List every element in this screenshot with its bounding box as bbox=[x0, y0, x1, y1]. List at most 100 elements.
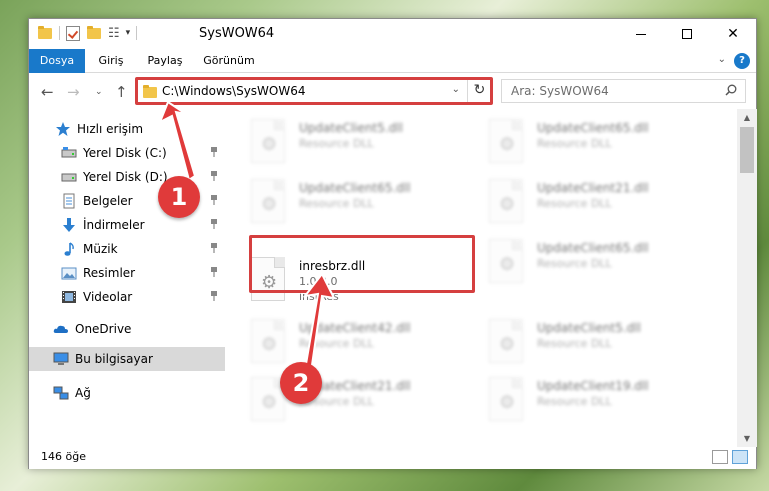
file-name: UpdateClient21.dll bbox=[537, 181, 649, 195]
file-description: Resource DLL bbox=[299, 197, 374, 210]
gear-icon: ⚙ bbox=[261, 194, 278, 215]
sidebar-item-downloads[interactable]: İndirmeler bbox=[29, 213, 225, 237]
scroll-down-icon[interactable]: ▼ bbox=[737, 430, 757, 447]
tab-home[interactable]: Giriş bbox=[91, 49, 131, 73]
drive-icon bbox=[61, 145, 77, 161]
tab-share[interactable]: Paylaş bbox=[141, 49, 189, 73]
gear-icon: ⚙ bbox=[499, 334, 516, 355]
up-arrow-icon[interactable]: ↑ bbox=[115, 83, 128, 101]
file-description: Resource DLL bbox=[537, 257, 612, 270]
navigation-pane: Hızlı erişim Yerel Disk (C:) Yerel Disk … bbox=[29, 109, 225, 447]
dll-file-icon: ⚙ bbox=[489, 239, 523, 283]
gear-icon: ⚙ bbox=[499, 254, 516, 275]
toolbar-divider bbox=[136, 26, 138, 40]
quick-access-toolbar: ☷ ▾ bbox=[37, 25, 138, 41]
title-bar: ☷ ▾ SysWOW64 ✕ bbox=[29, 19, 756, 49]
recent-locations-icon[interactable]: ⌄ bbox=[95, 87, 103, 97]
sidebar-item-label: OneDrive bbox=[75, 322, 132, 336]
maximize-icon bbox=[682, 29, 692, 39]
search-placeholder: Ara: SysWOW64 bbox=[511, 84, 609, 98]
sidebar-item-onedrive[interactable]: OneDrive bbox=[29, 317, 225, 341]
window-title: SysWOW64 bbox=[199, 26, 275, 41]
file-tile[interactable]: ⚙ UpdateClient42.dll Resource DLL bbox=[245, 315, 475, 369]
star-icon bbox=[55, 121, 71, 137]
status-bar: 146 öğe bbox=[29, 447, 756, 469]
tiles-view-icon[interactable] bbox=[732, 450, 748, 464]
search-input[interactable]: Ara: SysWOW64 bbox=[501, 79, 746, 103]
file-highlight-box bbox=[249, 235, 475, 293]
sidebar-item-label: Yerel Disk (D:) bbox=[83, 170, 168, 184]
new-folder-icon[interactable] bbox=[86, 25, 102, 41]
video-icon bbox=[61, 289, 77, 305]
network-icon bbox=[53, 385, 69, 401]
callout-badge-2: 2 bbox=[280, 362, 322, 404]
help-icon[interactable]: ? bbox=[734, 53, 750, 69]
sidebar-item-label: Belgeler bbox=[83, 194, 133, 208]
item-count: 146 öğe bbox=[41, 450, 86, 463]
properties-check-icon[interactable] bbox=[66, 25, 80, 41]
toolbar-divider bbox=[59, 26, 60, 40]
scroll-up-icon[interactable]: ▲ bbox=[737, 109, 757, 126]
pin-icon bbox=[211, 147, 217, 157]
file-tile[interactable]: ⚙ UpdateClient65.dll Resource DLL bbox=[483, 115, 713, 169]
folder-icon bbox=[37, 25, 53, 41]
dll-file-icon: ⚙ bbox=[489, 377, 523, 421]
customize-icon[interactable]: ☷ bbox=[108, 26, 120, 41]
search-icon bbox=[725, 84, 737, 96]
vertical-scrollbar[interactable]: ▲ ▼ bbox=[737, 109, 757, 447]
scroll-thumb[interactable] bbox=[740, 127, 754, 173]
file-description: Resource DLL bbox=[537, 395, 612, 408]
maximize-button[interactable] bbox=[664, 19, 710, 49]
file-name: UpdateClient5.dll bbox=[537, 321, 641, 335]
details-view-icon[interactable] bbox=[712, 450, 728, 464]
file-tile[interactable]: ⚙ UpdateClient65.dll Resource DLL bbox=[245, 175, 475, 229]
file-name: UpdateClient65.dll bbox=[537, 241, 649, 255]
file-description: Resource DLL bbox=[537, 337, 612, 350]
file-tile[interactable]: ⚙ UpdateClient5.dll Resource DLL bbox=[245, 115, 475, 169]
file-tile[interactable]: ⚙ UpdateClient19.dll Resource DLL bbox=[483, 373, 713, 427]
file-name: UpdateClient65.dll bbox=[299, 181, 411, 195]
gear-icon: ⚙ bbox=[261, 334, 278, 355]
sidebar-item-videos[interactable]: Videolar bbox=[29, 285, 225, 309]
pin-icon bbox=[211, 171, 217, 181]
tab-file[interactable]: Dosya bbox=[29, 49, 85, 73]
close-button[interactable]: ✕ bbox=[710, 19, 756, 49]
tab-view[interactable]: Görünüm bbox=[199, 49, 259, 73]
sidebar-item-quick-access[interactable]: Hızlı erişim bbox=[29, 117, 225, 141]
sidebar-item-this-pc[interactable]: Bu bilgisayar bbox=[29, 347, 225, 371]
sidebar-item-label: Resimler bbox=[83, 266, 136, 280]
pictures-icon bbox=[61, 265, 77, 281]
back-arrow-icon[interactable]: ← bbox=[41, 83, 54, 101]
window-controls: ✕ bbox=[618, 19, 756, 49]
minimize-button[interactable] bbox=[618, 19, 664, 49]
file-description: Resource DLL bbox=[537, 137, 612, 150]
address-highlight-box bbox=[135, 77, 493, 105]
minimize-icon bbox=[636, 33, 646, 35]
sidebar-item-pictures[interactable]: Resimler bbox=[29, 261, 225, 285]
ribbon-tabs: Dosya Giriş Paylaş Görünüm ⌄ ? bbox=[29, 49, 756, 73]
file-tile[interactable]: ⚙ UpdateClient5.dll Resource DLL bbox=[483, 315, 713, 369]
qat-dropdown-icon[interactable]: ▾ bbox=[126, 28, 131, 38]
sidebar-item-label: Bu bilgisayar bbox=[75, 352, 153, 366]
file-tile[interactable]: ⚙ UpdateClient21.dll Resource DLL bbox=[483, 175, 713, 229]
sidebar-item-local-disk-c[interactable]: Yerel Disk (C:) bbox=[29, 141, 225, 165]
pin-icon bbox=[211, 291, 217, 301]
file-description: Resource DLL bbox=[537, 197, 612, 210]
sidebar-item-label: Yerel Disk (C:) bbox=[83, 146, 167, 160]
drive-icon bbox=[61, 169, 77, 185]
sidebar-item-music[interactable]: Müzik bbox=[29, 237, 225, 261]
file-name: UpdateClient42.dll bbox=[299, 321, 411, 335]
expand-ribbon-icon[interactable]: ⌄ bbox=[718, 54, 726, 65]
pin-icon bbox=[211, 195, 217, 205]
sidebar-item-label: Videolar bbox=[83, 290, 133, 304]
file-tile[interactable]: ⚙ UpdateClient65.dll Resource DLL bbox=[483, 235, 713, 289]
sidebar-item-network[interactable]: Ağ bbox=[29, 381, 225, 405]
file-description: Resource DLL bbox=[299, 337, 374, 350]
file-name: UpdateClient5.dll bbox=[299, 121, 403, 135]
music-icon bbox=[61, 241, 77, 257]
forward-arrow-icon[interactable]: → bbox=[67, 83, 80, 101]
gear-icon: ⚙ bbox=[499, 134, 516, 155]
dll-file-icon: ⚙ bbox=[251, 319, 285, 363]
pin-icon bbox=[211, 267, 217, 277]
dll-file-icon: ⚙ bbox=[251, 119, 285, 163]
